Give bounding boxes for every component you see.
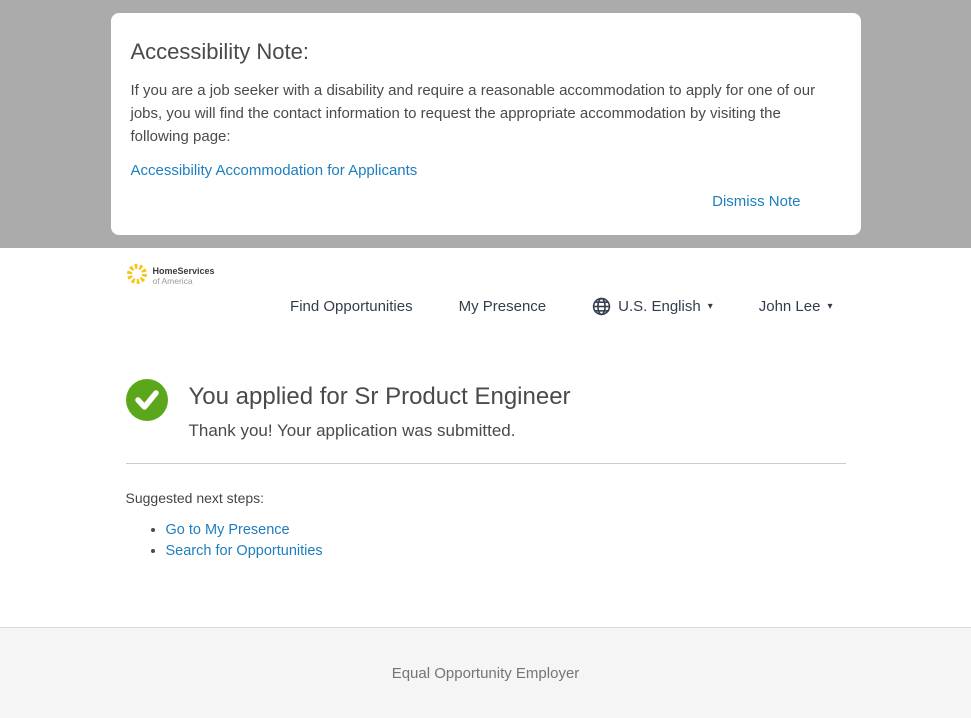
globe-icon bbox=[592, 297, 611, 316]
site-header: HomeServices of America Find Opportuniti… bbox=[126, 248, 846, 319]
logo-text: HomeServices of America bbox=[153, 267, 215, 285]
accessibility-banner-region: Accessibility Note: If you are a job see… bbox=[0, 0, 971, 248]
main-content: You applied for Sr Product Engineer Than… bbox=[126, 379, 846, 562]
note-title: Accessibility Note: bbox=[131, 39, 841, 65]
application-confirmation: You applied for Sr Product Engineer Than… bbox=[126, 379, 846, 441]
site-footer: Equal Opportunity Employer bbox=[0, 627, 971, 718]
footer-text: Equal Opportunity Employer bbox=[392, 665, 580, 682]
confirmation-subtitle: Thank you! Your application was submitte… bbox=[189, 421, 571, 441]
logo-line2: of America bbox=[153, 277, 215, 286]
list-item: Go to My Presence bbox=[166, 520, 846, 541]
accessibility-accommodation-link[interactable]: Accessibility Accommodation for Applican… bbox=[131, 162, 418, 179]
dismiss-row: Dismiss Note bbox=[131, 193, 841, 211]
note-body: If you are a job seeker with a disabilit… bbox=[131, 79, 836, 148]
user-name-label: John Lee bbox=[759, 298, 821, 315]
confirmation-title: You applied for Sr Product Engineer bbox=[189, 383, 571, 411]
next-steps-list: Go to My Presence Search for Opportuniti… bbox=[126, 520, 846, 562]
language-selector[interactable]: U.S. English ▾ bbox=[592, 297, 713, 316]
company-logo[interactable]: HomeServices of America bbox=[126, 263, 246, 290]
caret-down-icon: ▾ bbox=[827, 300, 832, 312]
sun-logo-icon bbox=[126, 263, 148, 290]
nav-find-opportunities[interactable]: Find Opportunities bbox=[290, 298, 413, 315]
check-circle-icon bbox=[126, 379, 168, 426]
section-divider bbox=[126, 463, 846, 464]
confirmation-text: You applied for Sr Product Engineer Than… bbox=[189, 379, 571, 441]
accessibility-note-card: Accessibility Note: If you are a job see… bbox=[111, 13, 861, 235]
language-label: U.S. English bbox=[618, 298, 701, 315]
page-body: HomeServices of America Find Opportuniti… bbox=[0, 248, 971, 627]
main-nav: Find Opportunities My Presence U.S. Engl… bbox=[126, 293, 846, 319]
list-item: Search for Opportunities bbox=[166, 541, 846, 562]
dismiss-note-link[interactable]: Dismiss Note bbox=[712, 193, 800, 210]
nav-my-presence[interactable]: My Presence bbox=[459, 298, 547, 315]
go-to-my-presence-link[interactable]: Go to My Presence bbox=[166, 522, 290, 538]
search-for-opportunities-link[interactable]: Search for Opportunities bbox=[166, 543, 323, 559]
caret-down-icon: ▾ bbox=[708, 300, 713, 312]
next-steps-heading: Suggested next steps: bbox=[126, 490, 846, 506]
user-menu[interactable]: John Lee ▾ bbox=[759, 298, 833, 315]
